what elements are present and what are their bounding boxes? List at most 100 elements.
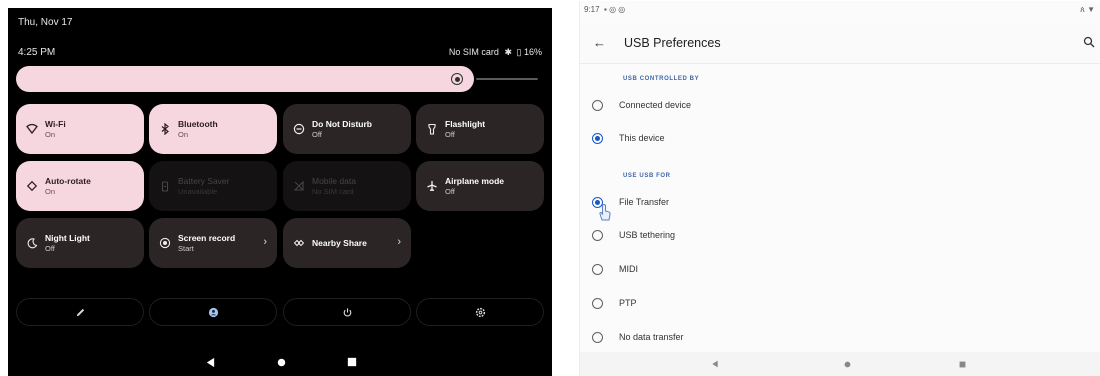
option-usb-tethering[interactable]: USB tethering [580,225,1100,245]
option-label: No data transfer [619,332,684,342]
battery-saver-icon [159,180,171,192]
radio-button[interactable] [592,99,603,111]
status-area: No SIM card ✱ ▯ 16% [449,47,542,58]
tile-state: Off [312,129,322,139]
sim-status: No SIM card [448,47,499,57]
tile-airplane-mode[interactable]: Airplane mode Off [416,161,544,211]
option-no-data-transfer[interactable]: No data transfer [580,327,1100,347]
tile-label: Bluetooth [178,118,218,129]
tile-state: Off [45,243,55,253]
status-time: 9:17 [584,5,600,14]
tile-mobile-data[interactable]: Mobile data No SIM card [283,161,411,211]
tile-state: Off [445,186,455,196]
tile-label: Flashlight [445,118,486,129]
tile-label: Nearby Share [312,237,367,248]
wifi-icon [26,123,38,135]
airplane-icon [426,180,438,192]
bluetooth-icon [159,123,171,135]
option-label: This device [619,133,665,143]
section-header: USB CONTROLLED BY [623,76,700,82]
back-icon[interactable] [710,359,720,369]
tile-nearby-share[interactable]: Nearby Share › [283,218,411,268]
night-light-icon [26,237,38,249]
home-icon[interactable] [842,359,852,369]
nearby-share-icon [293,237,305,249]
mobile-data-icon [293,180,305,192]
power-icon [343,307,351,316]
tile-state: Unavailable [178,186,218,196]
tile-flashlight[interactable]: Flashlight Off [416,104,544,154]
search-icon[interactable] [1083,35,1095,48]
tile-label: Mobile data [312,175,356,186]
tile-bluetooth[interactable]: Bluetooth On [149,104,277,154]
brightness-slider[interactable] [16,66,538,92]
tile-label: Battery Saver [178,175,230,186]
option-ptp[interactable]: PTP [580,293,1100,313]
radio-button[interactable] [592,229,603,241]
touch-hand-icon [598,203,612,221]
chevron-right-icon: › [397,236,401,248]
tile-screen-record[interactable]: Screen record Start › [149,218,277,268]
tile-state: On [178,129,189,139]
recents-icon[interactable] [346,356,358,368]
usb-preferences-screen: 9:17 ▪ ◎ ◎ ጰ ▼ ← USB Preferences USB CON… [579,1,1100,376]
brightness-track [476,78,538,80]
do-not-disturb-icon [293,123,305,135]
option-label: Connected device [619,100,692,110]
flashlight-icon [426,123,438,135]
battery-percent: 16% [523,47,542,57]
quick-settings-panel: Thu, Nov 17 4:25 PM No SIM card ✱ ▯ 16% … [8,8,552,376]
back-arrow-icon[interactable]: ← [593,35,606,50]
option-label: PTP [619,298,637,308]
signal-icon: ጰ ▼ [1080,5,1095,14]
user-button[interactable] [149,298,277,326]
radio-button[interactable] [592,297,603,309]
option-this-device[interactable]: This device [580,128,1100,148]
edit-button[interactable] [16,298,144,326]
recents-icon[interactable] [957,359,967,369]
section-header: USE USB FOR [623,173,671,179]
tile-auto-rotate[interactable]: Auto-rotate On [16,161,144,211]
brightness-fill [16,66,474,92]
power-button[interactable] [283,298,411,326]
tile-state: Off [445,129,455,139]
option-label: USB tethering [619,230,676,240]
option-file-transfer[interactable]: File Transfer [580,192,1100,212]
page-title: USB Preferences [624,36,721,50]
status-bar-right: ጰ ▼ [1080,5,1095,15]
settings-icon [475,307,485,317]
tile-do-not-disturb[interactable]: Do Not Disturb Off [283,104,411,154]
notification-icons: ▪ ◎ ◎ [601,5,626,14]
tile-label: Airplane mode [445,175,505,186]
option-label: File Transfer [619,197,670,207]
tile-label: Screen record [178,232,236,243]
settings-button[interactable] [416,298,544,326]
navigation-bar [580,352,1100,376]
radio-button-selected[interactable] [592,132,603,144]
tile-state: Start [178,243,194,253]
option-connected-device[interactable]: Connected device [580,95,1100,115]
time-label: 4:25 PM [18,47,56,58]
app-bar: ← USB Preferences [580,23,1100,64]
screen-record-icon [159,237,171,249]
tile-label: Do Not Disturb [312,118,372,129]
radio-button[interactable] [592,331,603,343]
option-midi[interactable]: MIDI [580,259,1100,279]
back-icon[interactable] [204,356,216,368]
edit-icon [76,308,84,316]
tile-label: Wi-Fi [45,118,66,129]
status-bar-left: 9:17 ▪ ◎ ◎ [584,5,625,14]
user-icon [208,307,218,317]
tile-label: Night Light [45,232,90,243]
tile-battery-saver[interactable]: Battery Saver Unavailable [149,161,277,211]
bluetooth-status-icon: ✱ [504,47,512,57]
radio-button[interactable] [592,263,603,275]
auto-rotate-icon [26,180,38,192]
option-label: MIDI [619,264,638,274]
tile-night-light[interactable]: Night Light Off [16,218,144,268]
home-icon[interactable] [275,356,287,368]
tile-state: On [45,186,56,196]
tile-state: No SIM card [312,186,354,196]
brightness-icon[interactable] [451,73,463,85]
tile-wifi[interactable]: Wi-Fi On [16,104,144,154]
